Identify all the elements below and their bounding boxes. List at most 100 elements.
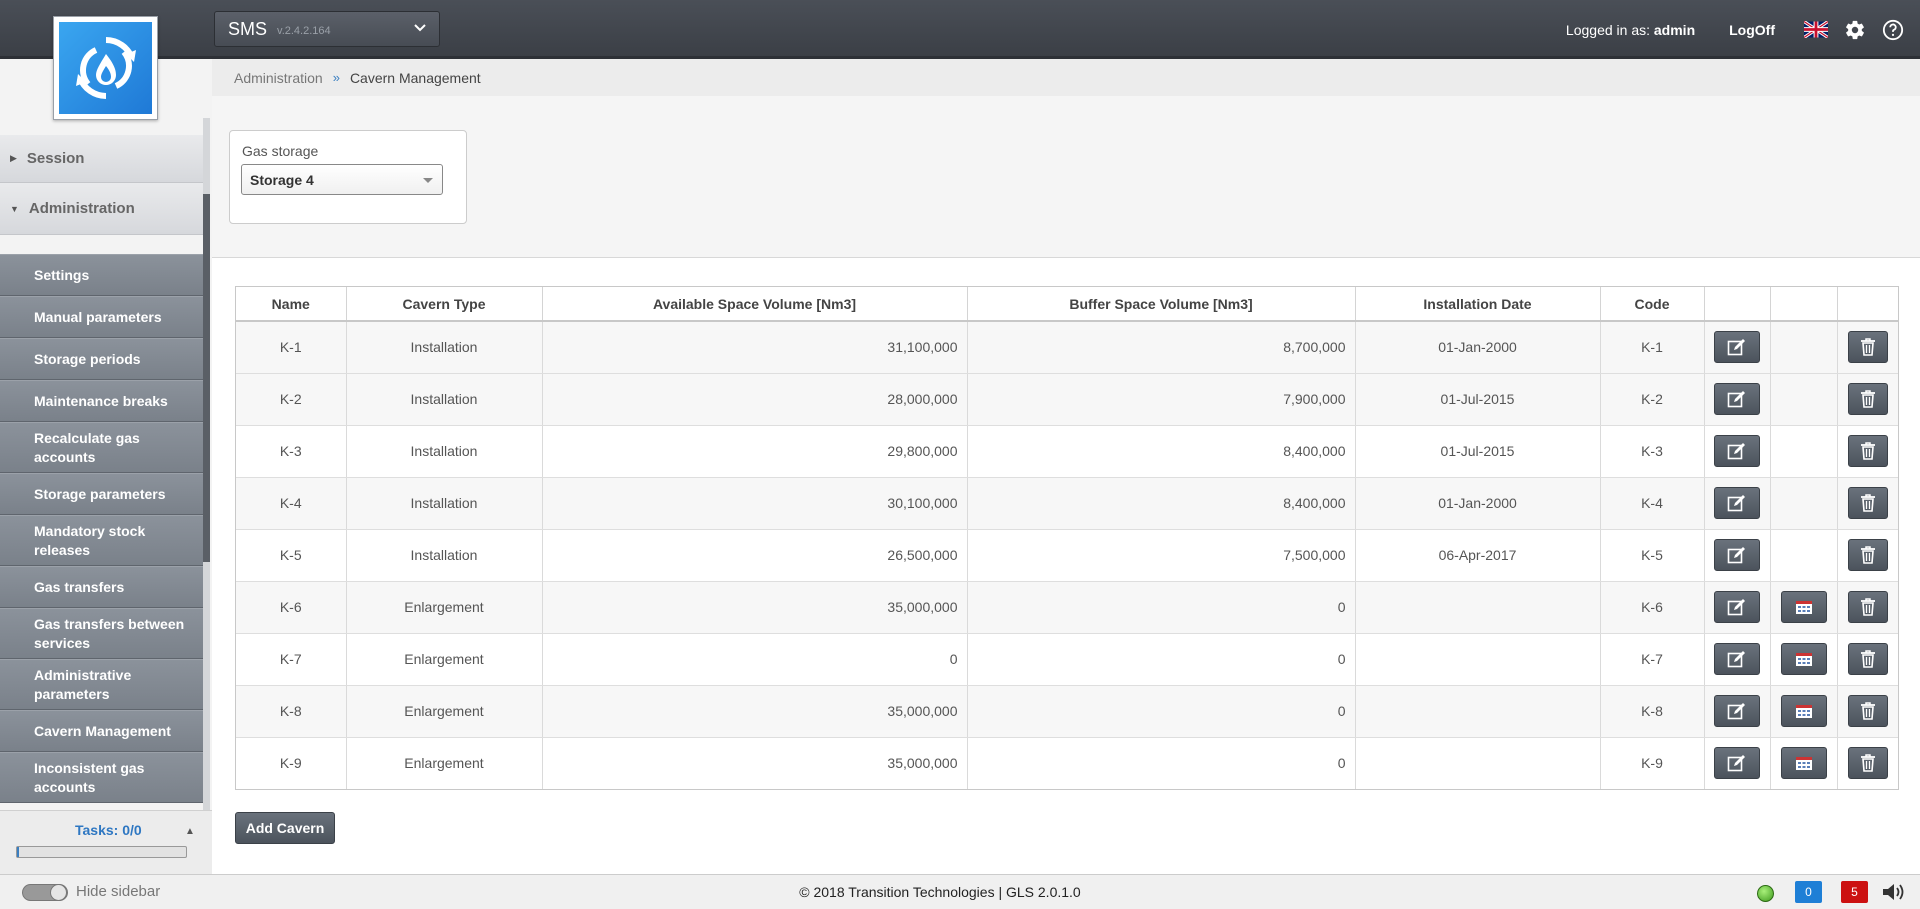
column-header-installation-date[interactable]: Installation Date (1355, 287, 1601, 322)
speaker-icon[interactable] (1881, 882, 1909, 902)
delete-button[interactable] (1847, 591, 1888, 623)
sidebar-item-manual-parameters[interactable]: Manual parameters (0, 296, 203, 338)
column-header-name[interactable]: Name (236, 287, 347, 322)
add-cavern-button[interactable]: Add Cavern (235, 812, 335, 844)
sidebar-item-label: Inconsistent gas accounts (34, 759, 145, 795)
edit-button[interactable] (1714, 643, 1760, 675)
tasks-progress-fill (17, 847, 19, 857)
cell-delete (1837, 373, 1898, 426)
sidebar-item-label: Administrative parameters (34, 666, 132, 702)
sidebar-section-session[interactable]: ▶ Session (0, 135, 203, 183)
gas-storage-label: Gas storage (242, 143, 319, 159)
table-row: K-1 Installation 31,100,000 8,700,000 01-Jan… (236, 321, 1898, 374)
sidebar-item-maintenance-breaks[interactable]: Maintenance breaks (0, 380, 203, 422)
edit-button[interactable] (1714, 747, 1760, 780)
cell-code: K-8 (1600, 685, 1705, 738)
cell-buffer-space: 0 (967, 685, 1356, 738)
delete-button[interactable] (1847, 331, 1888, 364)
cell-installation-date: 01-Jan-2000 (1355, 477, 1601, 530)
column-header-available-space[interactable]: Available Space Volume [Nm3] (542, 287, 968, 322)
caret-up-icon[interactable]: ▲ (185, 826, 195, 837)
cell-cavern-type: Installation (346, 425, 543, 478)
trash-icon (1860, 702, 1876, 720)
calendar-button[interactable] (1780, 591, 1827, 623)
gear-icon[interactable] (1844, 19, 1866, 41)
logged-in-label: Logged in as: (1565, 21, 1650, 38)
sidebar-item-settings[interactable]: Settings (0, 254, 203, 296)
tasks-label[interactable]: Tasks: 0/0 (75, 822, 142, 838)
delete-button[interactable] (1847, 435, 1888, 467)
edit-icon (1727, 702, 1747, 720)
cell-name: K-6 (236, 581, 347, 634)
column-header-cavern-type[interactable]: Cavern Type (346, 287, 543, 322)
cell-available-space: 35,000,000 (542, 737, 968, 789)
column-header-code[interactable]: Code (1600, 287, 1705, 322)
cell-code: K-2 (1600, 373, 1705, 426)
cell-edit (1704, 529, 1771, 582)
calendar-button[interactable] (1780, 747, 1827, 780)
calendar-button[interactable] (1780, 643, 1827, 675)
cell-edit (1704, 321, 1771, 374)
cell-code: K-7 (1600, 633, 1705, 686)
cell-buffer-space: 0 (967, 737, 1356, 789)
app-selector[interactable]: SMS v.2.4.2.164 (214, 11, 440, 47)
caverns-table: Name Cavern Type Available Space Volume … (235, 286, 1899, 790)
cell-code: K-6 (1600, 581, 1705, 634)
caret-right-icon: ▶ (10, 153, 17, 163)
cell-delete (1837, 425, 1898, 478)
help-icon[interactable] (1882, 19, 1904, 41)
sidebar-scrollbar[interactable] (203, 194, 210, 562)
logoff-button[interactable]: LogOff (1729, 22, 1775, 38)
gas-storage-value: Storage 4 (250, 171, 314, 188)
tasks-progress-bar (16, 846, 187, 858)
sidebar-item-mandatory-stock-releases[interactable]: Mandatory stock releases (0, 515, 203, 566)
breadcrumb-separator: » (332, 70, 340, 85)
breadcrumb-administration[interactable]: Administration (234, 70, 323, 86)
edit-button[interactable] (1714, 695, 1760, 727)
cell-installation-date (1355, 685, 1601, 738)
alert-icon[interactable]: 5 (1841, 881, 1868, 903)
delete-button[interactable] (1847, 383, 1888, 415)
delete-button[interactable] (1847, 695, 1888, 727)
delete-button[interactable] (1847, 539, 1888, 571)
cell-available-space: 26,500,000 (542, 529, 968, 582)
sidebar-item-cavern-management[interactable]: Cavern Management (0, 710, 203, 752)
app-logo[interactable] (53, 16, 158, 120)
edit-button[interactable] (1714, 591, 1760, 623)
sidebar-item-administrative-parameters[interactable]: Administrative parameters (0, 659, 203, 710)
edit-button[interactable] (1714, 539, 1760, 571)
cell-cavern-type: Installation (346, 529, 543, 582)
delete-button[interactable] (1847, 487, 1888, 519)
delete-button[interactable] (1847, 643, 1888, 675)
calendar-icon (1795, 599, 1813, 615)
trash-icon (1860, 650, 1876, 668)
cell-available-space: 29,800,000 (542, 425, 968, 478)
cell-edit (1704, 581, 1771, 634)
column-header-buffer-space[interactable]: Buffer Space Volume [Nm3] (967, 287, 1356, 322)
sidebar-item-inconsistent-gas-accounts[interactable]: Inconsistent gas accounts (0, 752, 203, 803)
cell-name: K-1 (236, 321, 347, 374)
cell-delete (1837, 529, 1898, 582)
sidebar-item-recalculate-gas-accounts[interactable]: Recalculate gas accounts (0, 422, 203, 473)
sidebar-item-gas-transfers-between-services[interactable]: Gas transfers between services (0, 608, 203, 659)
edit-button[interactable] (1714, 383, 1760, 415)
edit-button[interactable] (1714, 331, 1760, 364)
edit-button[interactable] (1714, 435, 1760, 467)
uk-flag-icon[interactable] (1804, 21, 1828, 38)
sidebar-item-storage-periods[interactable]: Storage periods (0, 338, 203, 380)
cell-delete (1837, 321, 1898, 374)
delete-button[interactable] (1847, 747, 1888, 780)
sidebar-item-label: Maintenance breaks (34, 392, 168, 409)
cell-installation-date: 01-Jan-2000 (1355, 321, 1601, 374)
cell-cavern-type: Enlargement (346, 633, 543, 686)
sidebar-item-gas-transfers[interactable]: Gas transfers (0, 566, 203, 608)
sidebar-item-label: Storage periods (34, 350, 141, 367)
calendar-button[interactable] (1780, 695, 1827, 727)
table-row: K-7 Enlargement 0 0 K-7 (236, 633, 1898, 686)
edit-button[interactable] (1714, 487, 1760, 519)
gas-storage-select[interactable]: Storage 4 (241, 164, 443, 195)
app-name: SMS (228, 18, 268, 39)
sidebar-section-administration[interactable]: ▼ Administration (0, 183, 203, 235)
chat-icon[interactable]: 0 (1795, 881, 1822, 903)
sidebar-item-storage-parameters[interactable]: Storage parameters (0, 473, 203, 515)
